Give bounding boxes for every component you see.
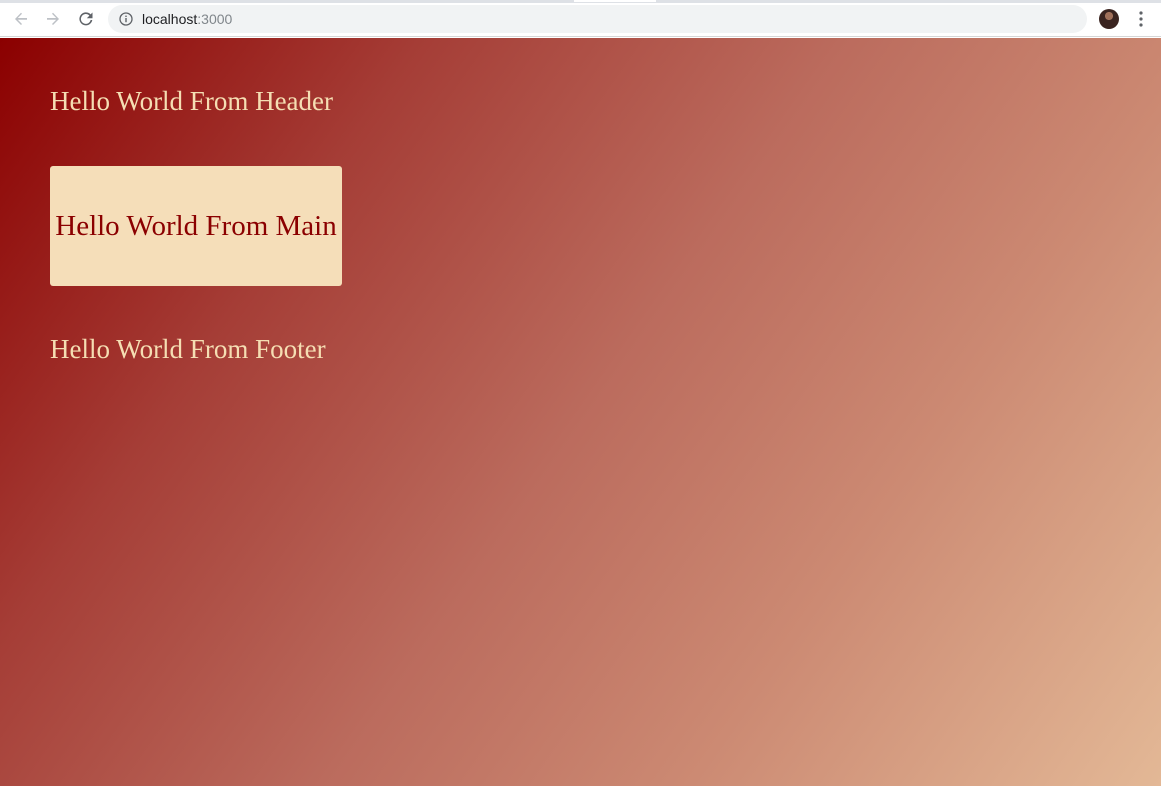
- forward-button[interactable]: [40, 6, 66, 32]
- info-icon[interactable]: [119, 12, 133, 26]
- reload-icon: [79, 12, 93, 26]
- url-port: :3000: [197, 11, 233, 27]
- page-viewport: Hello World From Header Hello World From…: [0, 38, 1161, 786]
- main-heading: Hello World From Main: [55, 210, 337, 242]
- arrow-left-icon: [15, 12, 27, 25]
- address-bar[interactable]: localhost:3000: [108, 5, 1087, 33]
- url-text[interactable]: localhost:3000: [142, 11, 232, 27]
- header-heading: Hello World From Header: [50, 86, 334, 116]
- url-host: localhost: [142, 11, 198, 27]
- active-tab-indicator: [574, 0, 656, 2]
- main-card: Hello World From Main: [50, 166, 342, 286]
- kebab-menu-icon[interactable]: [1133, 9, 1149, 29]
- arrow-right-icon: [47, 12, 59, 25]
- reload-button[interactable]: [73, 6, 99, 32]
- back-button[interactable]: [8, 6, 34, 32]
- footer-heading: Hello World From Footer: [50, 334, 326, 364]
- profile-avatar[interactable]: [1099, 9, 1119, 29]
- browser-toolbar: localhost:3000: [0, 0, 1161, 37]
